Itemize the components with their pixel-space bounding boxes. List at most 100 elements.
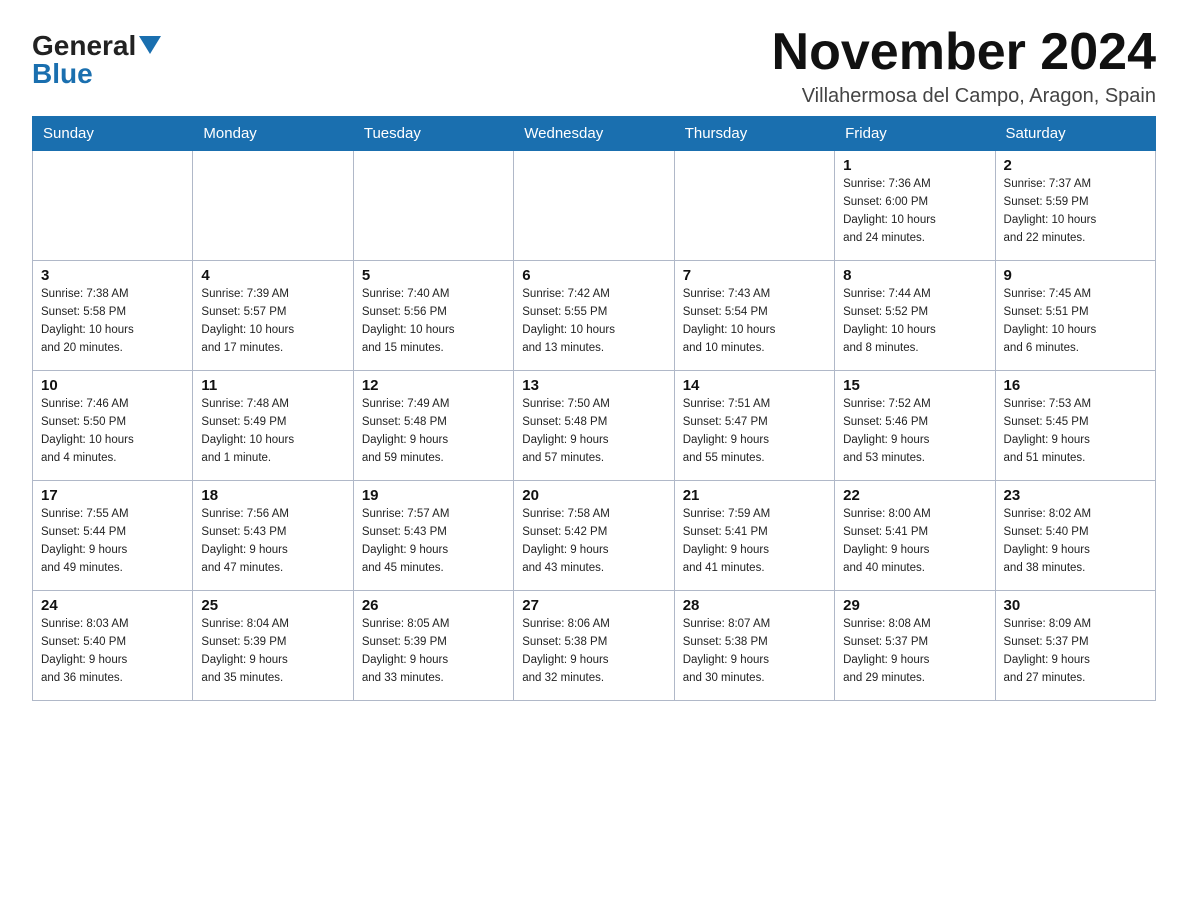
day-info: Sunrise: 8:06 AM Sunset: 5:38 PM Dayligh… bbox=[522, 616, 665, 687]
weekday-header-tuesday: Tuesday bbox=[353, 117, 513, 151]
calendar-cell: 23Sunrise: 8:02 AM Sunset: 5:40 PM Dayli… bbox=[995, 481, 1155, 591]
day-number: 21 bbox=[683, 487, 826, 504]
day-info: Sunrise: 7:44 AM Sunset: 5:52 PM Dayligh… bbox=[843, 286, 986, 357]
day-info: Sunrise: 7:43 AM Sunset: 5:54 PM Dayligh… bbox=[683, 286, 826, 357]
calendar-cell bbox=[193, 151, 353, 261]
calendar-cell bbox=[674, 151, 834, 261]
calendar-week-row: 1Sunrise: 7:36 AM Sunset: 6:00 PM Daylig… bbox=[33, 151, 1156, 261]
day-info: Sunrise: 7:56 AM Sunset: 5:43 PM Dayligh… bbox=[201, 506, 344, 577]
day-number: 22 bbox=[843, 487, 986, 504]
weekday-header-friday: Friday bbox=[835, 117, 995, 151]
day-number: 2 bbox=[1004, 157, 1147, 174]
day-number: 7 bbox=[683, 267, 826, 284]
day-number: 3 bbox=[41, 267, 184, 284]
day-number: 11 bbox=[201, 377, 344, 394]
day-number: 10 bbox=[41, 377, 184, 394]
day-info: Sunrise: 7:40 AM Sunset: 5:56 PM Dayligh… bbox=[362, 286, 505, 357]
weekday-header-wednesday: Wednesday bbox=[514, 117, 674, 151]
calendar-cell: 19 Sunrise: 7:57 AM Sunset: 5:43 PM Dayli… bbox=[353, 481, 513, 591]
day-info: Sunrise: 7:55 AM Sunset: 5:44 PM Dayligh… bbox=[41, 506, 184, 577]
calendar-cell: 10Sunrise: 7:46 AM Sunset: 5:50 PM Dayli… bbox=[33, 371, 193, 481]
day-number: 14 bbox=[683, 377, 826, 394]
day-info: Sunrise: 7:39 AM Sunset: 5:57 PM Dayligh… bbox=[201, 286, 344, 357]
calendar-cell: 8Sunrise: 7:44 AM Sunset: 5:52 PM Daylig… bbox=[835, 261, 995, 371]
month-year-title: November 2024 bbox=[772, 24, 1156, 81]
day-info: Sunrise: 7:37 AM Sunset: 5:59 PM Dayligh… bbox=[1004, 176, 1147, 247]
day-number: 12 bbox=[362, 377, 505, 394]
day-info: Sunrise: 8:05 AM Sunset: 5:39 PM Dayligh… bbox=[362, 616, 505, 687]
day-number: 18 bbox=[201, 487, 344, 504]
calendar-cell: 5 Sunrise: 7:40 AM Sunset: 5:56 PM Daylig… bbox=[353, 261, 513, 371]
calendar-cell: 25 Sunrise: 8:04 AM Sunset: 5:39 PM Dayli… bbox=[193, 591, 353, 701]
calendar-week-row: 3 Sunrise: 7:38 AM Sunset: 5:58 PM Daylig… bbox=[33, 261, 1156, 371]
weekday-header-row: SundayMondayTuesdayWednesdayThursdayFrid… bbox=[33, 117, 1156, 151]
calendar-table: SundayMondayTuesdayWednesdayThursdayFrid… bbox=[32, 116, 1156, 701]
day-info: Sunrise: 7:59 AM Sunset: 5:41 PM Dayligh… bbox=[683, 506, 826, 577]
day-number: 19 bbox=[362, 487, 505, 504]
logo-triangle-icon bbox=[139, 36, 161, 58]
calendar-cell: 1Sunrise: 7:36 AM Sunset: 6:00 PM Daylig… bbox=[835, 151, 995, 261]
day-info: Sunrise: 8:03 AM Sunset: 5:40 PM Dayligh… bbox=[41, 616, 184, 687]
day-number: 17 bbox=[41, 487, 184, 504]
day-info: Sunrise: 7:53 AM Sunset: 5:45 PM Dayligh… bbox=[1004, 396, 1147, 467]
day-number: 20 bbox=[522, 487, 665, 504]
day-info: Sunrise: 8:09 AM Sunset: 5:37 PM Dayligh… bbox=[1004, 616, 1147, 687]
calendar-cell: 18 Sunrise: 7:56 AM Sunset: 5:43 PM Dayli… bbox=[193, 481, 353, 591]
logo: General Blue bbox=[32, 32, 161, 88]
calendar-cell: 6 Sunrise: 7:42 AM Sunset: 5:55 PM Daylig… bbox=[514, 261, 674, 371]
day-number: 15 bbox=[843, 377, 986, 394]
calendar-cell: 12 Sunrise: 7:49 AM Sunset: 5:48 PM Dayli… bbox=[353, 371, 513, 481]
calendar-cell bbox=[353, 151, 513, 261]
calendar-cell: 28Sunrise: 8:07 AM Sunset: 5:38 PM Dayli… bbox=[674, 591, 834, 701]
calendar-cell: 3 Sunrise: 7:38 AM Sunset: 5:58 PM Daylig… bbox=[33, 261, 193, 371]
day-info: Sunrise: 7:50 AM Sunset: 5:48 PM Dayligh… bbox=[522, 396, 665, 467]
day-number: 9 bbox=[1004, 267, 1147, 284]
calendar-cell: 24Sunrise: 8:03 AM Sunset: 5:40 PM Dayli… bbox=[33, 591, 193, 701]
day-info: Sunrise: 7:48 AM Sunset: 5:49 PM Dayligh… bbox=[201, 396, 344, 467]
day-number: 6 bbox=[522, 267, 665, 284]
day-info: Sunrise: 8:07 AM Sunset: 5:38 PM Dayligh… bbox=[683, 616, 826, 687]
day-info: Sunrise: 7:42 AM Sunset: 5:55 PM Dayligh… bbox=[522, 286, 665, 357]
calendar-week-row: 10Sunrise: 7:46 AM Sunset: 5:50 PM Dayli… bbox=[33, 371, 1156, 481]
day-info: Sunrise: 8:00 AM Sunset: 5:41 PM Dayligh… bbox=[843, 506, 986, 577]
day-number: 30 bbox=[1004, 597, 1147, 614]
location-subtitle: Villahermosa del Campo, Aragon, Spain bbox=[772, 85, 1156, 108]
calendar-week-row: 17 Sunrise: 7:55 AM Sunset: 5:44 PM Dayli… bbox=[33, 481, 1156, 591]
logo-general-text: General bbox=[32, 32, 136, 60]
calendar-cell: 11 Sunrise: 7:48 AM Sunset: 5:49 PM Dayli… bbox=[193, 371, 353, 481]
day-info: Sunrise: 8:04 AM Sunset: 5:39 PM Dayligh… bbox=[201, 616, 344, 687]
logo-blue-text: Blue bbox=[32, 60, 93, 88]
calendar-cell: 27 Sunrise: 8:06 AM Sunset: 5:38 PM Dayli… bbox=[514, 591, 674, 701]
calendar-cell: 29 Sunrise: 8:08 AM Sunset: 5:37 PM Dayli… bbox=[835, 591, 995, 701]
day-info: Sunrise: 7:49 AM Sunset: 5:48 PM Dayligh… bbox=[362, 396, 505, 467]
calendar-cell bbox=[514, 151, 674, 261]
calendar-cell: 17 Sunrise: 7:55 AM Sunset: 5:44 PM Dayli… bbox=[33, 481, 193, 591]
calendar-week-row: 24Sunrise: 8:03 AM Sunset: 5:40 PM Dayli… bbox=[33, 591, 1156, 701]
calendar-cell: 9 Sunrise: 7:45 AM Sunset: 5:51 PM Daylig… bbox=[995, 261, 1155, 371]
page-header: General Blue November 2024 Villahermosa … bbox=[32, 24, 1156, 108]
weekday-header-monday: Monday bbox=[193, 117, 353, 151]
calendar-cell: 20Sunrise: 7:58 AM Sunset: 5:42 PM Dayli… bbox=[514, 481, 674, 591]
day-info: Sunrise: 7:38 AM Sunset: 5:58 PM Dayligh… bbox=[41, 286, 184, 357]
day-info: Sunrise: 8:08 AM Sunset: 5:37 PM Dayligh… bbox=[843, 616, 986, 687]
calendar-cell: 14Sunrise: 7:51 AM Sunset: 5:47 PM Dayli… bbox=[674, 371, 834, 481]
title-block: November 2024 Villahermosa del Campo, Ar… bbox=[772, 24, 1156, 108]
weekday-header-saturday: Saturday bbox=[995, 117, 1155, 151]
day-number: 26 bbox=[362, 597, 505, 614]
day-number: 29 bbox=[843, 597, 986, 614]
day-number: 13 bbox=[522, 377, 665, 394]
weekday-header-thursday: Thursday bbox=[674, 117, 834, 151]
day-number: 27 bbox=[522, 597, 665, 614]
day-info: Sunrise: 7:57 AM Sunset: 5:43 PM Dayligh… bbox=[362, 506, 505, 577]
calendar-cell: 30 Sunrise: 8:09 AM Sunset: 5:37 PM Dayli… bbox=[995, 591, 1155, 701]
day-number: 23 bbox=[1004, 487, 1147, 504]
calendar-cell: 15Sunrise: 7:52 AM Sunset: 5:46 PM Dayli… bbox=[835, 371, 995, 481]
calendar-cell: 4Sunrise: 7:39 AM Sunset: 5:57 PM Daylig… bbox=[193, 261, 353, 371]
calendar-cell: 22 Sunrise: 8:00 AM Sunset: 5:41 PM Dayli… bbox=[835, 481, 995, 591]
calendar-cell: 2 Sunrise: 7:37 AM Sunset: 5:59 PM Daylig… bbox=[995, 151, 1155, 261]
day-info: Sunrise: 7:36 AM Sunset: 6:00 PM Dayligh… bbox=[843, 176, 986, 247]
weekday-header-sunday: Sunday bbox=[33, 117, 193, 151]
day-info: Sunrise: 7:45 AM Sunset: 5:51 PM Dayligh… bbox=[1004, 286, 1147, 357]
day-number: 5 bbox=[362, 267, 505, 284]
day-number: 25 bbox=[201, 597, 344, 614]
